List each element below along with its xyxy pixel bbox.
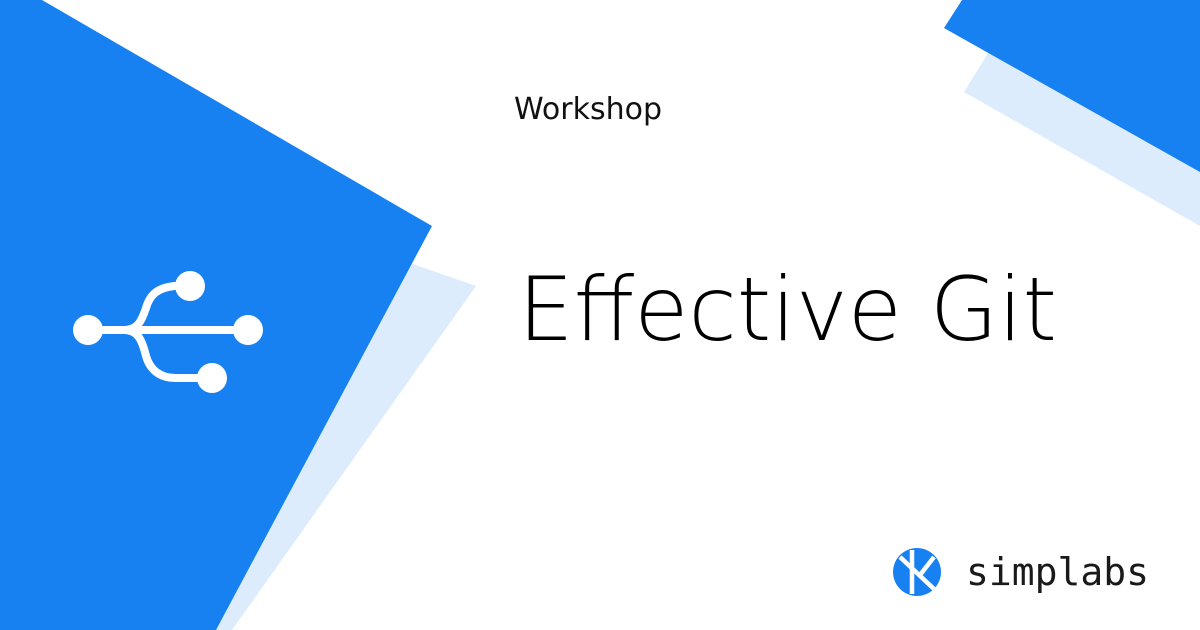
page-title: Effective Git — [518, 258, 1058, 361]
eyebrow-label: Workshop — [514, 92, 663, 127]
git-branch-icon — [73, 271, 263, 393]
brand-name: simplabs — [966, 550, 1150, 594]
social-card: Workshop Effective Git simplabs — [0, 0, 1200, 630]
simplabs-logo-icon — [893, 548, 941, 596]
brand-lockup: simplabs — [892, 546, 1149, 598]
